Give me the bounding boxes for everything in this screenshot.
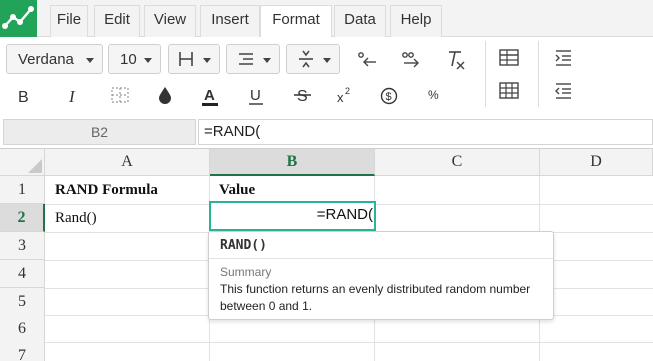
svg-text:S: S	[297, 88, 308, 105]
column-header-d[interactable]: D	[540, 149, 653, 176]
chevron-down-icon	[144, 58, 152, 63]
border-icon	[179, 52, 193, 66]
cell-a2[interactable]: Rand()	[46, 204, 209, 232]
row-header-5[interactable]: 5	[0, 288, 45, 316]
indent-icon[interactable]	[551, 46, 577, 72]
menu-view[interactable]: View	[144, 5, 196, 37]
cell-b1[interactable]: Value	[210, 176, 374, 204]
row-header-4[interactable]: 4	[0, 260, 45, 288]
active-cell-b2[interactable]: =RAND(	[209, 201, 376, 231]
menu-insert[interactable]: Insert	[200, 5, 260, 37]
decrease-decimal-icon[interactable]	[354, 47, 380, 73]
svg-text:2: 2	[345, 86, 350, 96]
currency-icon[interactable]: $	[377, 83, 403, 109]
menu-edit[interactable]: Edit	[94, 5, 140, 37]
menu-help[interactable]: Help	[390, 5, 442, 37]
menu-file[interactable]: File	[50, 5, 88, 37]
clear-format-icon[interactable]	[443, 47, 469, 73]
svg-text:U: U	[250, 87, 261, 104]
row-header-3[interactable]: 3	[0, 232, 45, 260]
bold-icon[interactable]: B	[14, 83, 40, 109]
menu-bar: File Edit View Insert Format Data Help	[0, 0, 653, 38]
font-size-select[interactable]: 10	[108, 44, 161, 74]
formula-bar: B2 =RAND(	[0, 119, 653, 147]
horizontal-align-button[interactable]	[226, 44, 280, 74]
chevron-down-icon	[263, 58, 271, 63]
border-button[interactable]	[168, 44, 220, 74]
chevron-down-icon	[203, 58, 211, 63]
font-family-value: Verdana	[18, 51, 74, 68]
grid-line	[45, 342, 653, 343]
formula-input[interactable]: =RAND(	[198, 119, 653, 145]
chevron-down-icon	[323, 58, 331, 63]
svg-text:$: $	[386, 91, 392, 103]
row-header-1[interactable]: 1	[0, 176, 45, 204]
underline-icon[interactable]: U	[244, 83, 270, 109]
function-signature: RAND()	[209, 232, 553, 259]
font-family-select[interactable]: Verdana	[6, 44, 103, 74]
row-header-7[interactable]: 7	[0, 342, 45, 361]
cell-a1[interactable]: RAND Formula	[46, 176, 209, 204]
vertical-align-icon	[299, 50, 313, 68]
italic-icon[interactable]: I	[62, 83, 88, 109]
app-logo	[0, 0, 37, 37]
borders-none-icon[interactable]	[108, 83, 134, 109]
table-icon[interactable]	[497, 46, 523, 72]
column-header-a[interactable]: A	[45, 149, 210, 176]
grid-icon[interactable]	[497, 79, 523, 105]
outdent-icon[interactable]	[551, 79, 577, 105]
function-tooltip: RAND() Summary This function returns an …	[208, 231, 554, 320]
row-header-2[interactable]: 2	[0, 204, 45, 232]
toolbar-separator	[485, 41, 486, 107]
row-header-6[interactable]: 6	[0, 315, 45, 343]
svg-text:I: I	[68, 87, 76, 106]
toolbar-separator	[538, 41, 539, 107]
toolbar: Verdana 10 B I A U S x 2 $ %	[0, 37, 653, 117]
vertical-align-button[interactable]	[286, 44, 340, 74]
svg-text:x: x	[337, 90, 344, 105]
menu-data[interactable]: Data	[334, 5, 386, 37]
svg-text:A: A	[204, 87, 215, 104]
tooltip-description: This function returns an evenly distribu…	[220, 282, 531, 313]
fill-color-icon[interactable]	[153, 83, 179, 109]
percent-icon[interactable]: %	[428, 88, 439, 102]
svg-text:B: B	[18, 89, 29, 106]
superscript-icon[interactable]: x 2	[333, 83, 359, 109]
column-header-b[interactable]: B	[210, 149, 375, 176]
chevron-down-icon	[86, 58, 94, 63]
text-color-icon[interactable]: A	[198, 83, 224, 109]
chart-logo-icon	[2, 6, 34, 29]
select-all-corner[interactable]	[0, 149, 45, 176]
name-box[interactable]: B2	[3, 119, 196, 145]
menu-format[interactable]: Format	[260, 5, 332, 38]
increase-decimal-icon[interactable]	[398, 47, 424, 73]
select-all-icon	[28, 159, 42, 173]
tooltip-summary-label: Summary	[220, 265, 272, 279]
font-size-value: 10	[120, 51, 137, 68]
align-icon	[239, 53, 253, 65]
strikethrough-icon[interactable]: S	[290, 83, 316, 109]
cell-editor[interactable]: =RAND(	[211, 203, 374, 229]
column-header-c[interactable]: C	[375, 149, 540, 176]
